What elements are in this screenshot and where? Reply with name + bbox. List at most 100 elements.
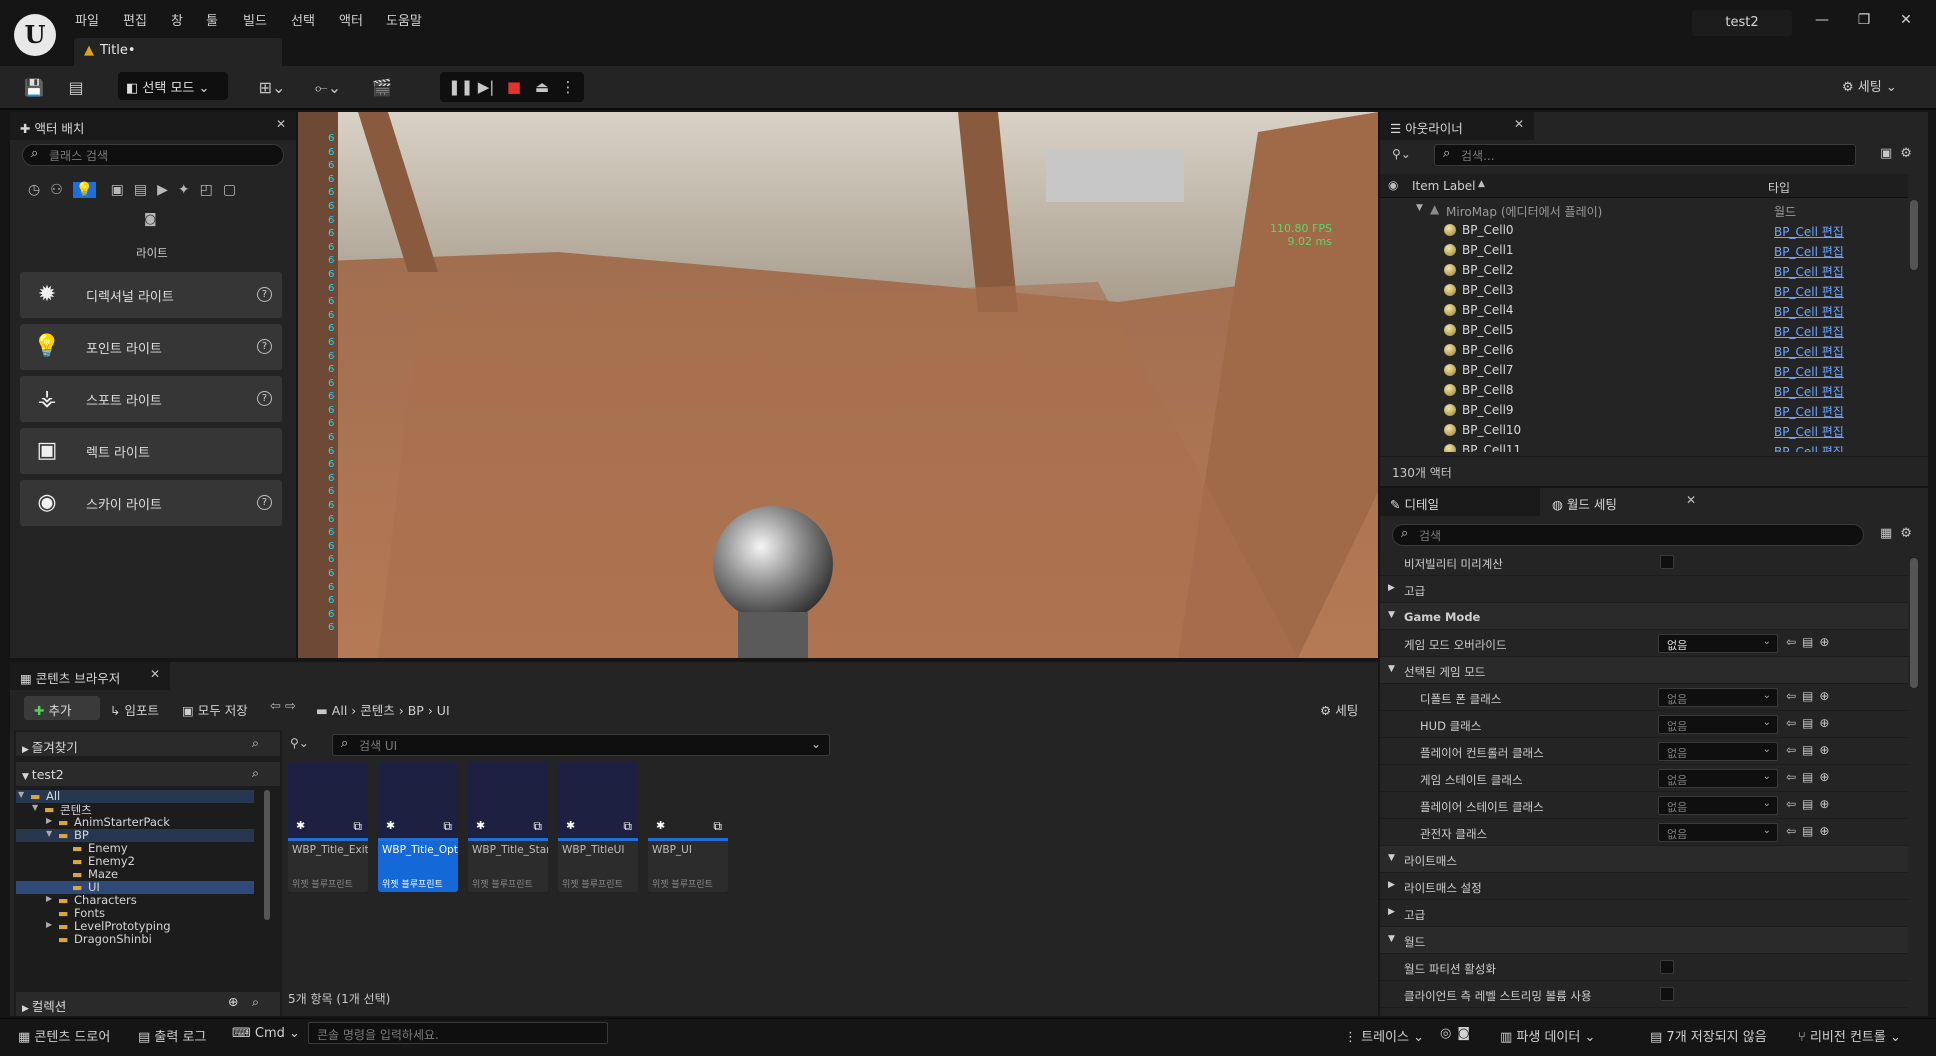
trace-dropdown[interactable]: ⋮ 트레이스 ⌄ — [1344, 1026, 1424, 1045]
edit-blueprint-link[interactable]: BP_Cell 편집 — [1774, 323, 1844, 340]
filter-icon[interactable]: ⚲⌄ — [1392, 147, 1411, 161]
section-lightmass[interactable]: ▼ 라이트매스 — [1380, 846, 1908, 873]
world-settings-tab[interactable]: ◍ 월드 세팅 ✕ — [1542, 488, 1706, 516]
col-type[interactable]: 타입 — [1768, 179, 1790, 196]
forward-icon[interactable]: ⇨ — [285, 699, 296, 714]
crumb-all[interactable]: All — [332, 703, 348, 718]
open-level-icon[interactable]: ▤ — [62, 74, 90, 102]
cinematics-icon[interactable]: 🎬⌄ — [368, 74, 396, 125]
folder-tree-item[interactable]: ▬ DragonShinbi — [16, 932, 254, 946]
menu-build[interactable]: 빌드 — [243, 10, 267, 29]
edit-blueprint-link[interactable]: BP_Cell 편집 — [1774, 283, 1844, 300]
row-advanced-2[interactable]: ▶ 고급 — [1380, 900, 1908, 927]
help-icon[interactable]: ? — [257, 391, 272, 406]
edit-blueprint-link[interactable]: BP_Cell 편집 — [1774, 403, 1844, 420]
outliner-search-input[interactable]: ⌕ 검색... — [1434, 144, 1856, 166]
menu-help[interactable]: 도움말 — [386, 10, 422, 29]
derived-data-dropdown[interactable]: ▥ 파생 데이터 ⌄ — [1500, 1026, 1595, 1045]
menu-tools[interactable]: 툴 — [206, 10, 218, 29]
outliner-row[interactable]: BP_Cell11 BP_Cell 편집 — [1380, 440, 1908, 452]
asset-tile[interactable]: ✱ ⧉ WBP_TitleUI 위젯 블루프린트 — [558, 762, 638, 892]
close-icon[interactable]: ✕ — [1686, 493, 1696, 507]
point-light-item[interactable]: 💡 포인트 라이트? — [20, 324, 282, 370]
chevron-down-icon[interactable]: ⌄ — [811, 737, 821, 751]
add-button[interactable]: ✚ 추가 — [24, 696, 100, 720]
more-options-icon[interactable]: ⋮ — [558, 78, 578, 96]
col-item-label[interactable]: Item Label — [1412, 179, 1476, 193]
outliner-row[interactable]: BP_Cell8 BP_Cell 편집 — [1380, 380, 1908, 400]
spot-light-item[interactable]: ⚶ 스포트 라이트? — [20, 376, 282, 422]
asset-action-icons[interactable]: ⇦▤⊕ — [1786, 743, 1835, 757]
collections-header[interactable]: ▶ 컬렉션 ⊕ ⌕ — [16, 992, 280, 1016]
player-controller-dropdown[interactable]: 없음 ⌄ — [1658, 742, 1778, 761]
edit-blueprint-link[interactable]: BP_Cell 편집 — [1774, 243, 1844, 260]
maximize-button[interactable]: ❐ — [1850, 12, 1878, 34]
asset-tile[interactable]: ✱⧉WBP_Title_OptionButton위젯 블루프린트 — [378, 762, 458, 892]
cmd-dropdown[interactable]: ⌨ Cmd ⌄ — [232, 1026, 300, 1041]
vis-precompute-checkbox[interactable] — [1660, 555, 1674, 569]
outliner-row[interactable]: BP_Cell3 BP_Cell 편집 — [1380, 280, 1908, 300]
details-view-icons[interactable]: ▦⚙ — [1880, 526, 1920, 541]
outliner-row[interactable]: BP_Cell1 BP_Cell 편집 — [1380, 240, 1908, 260]
close-icon[interactable]: ✕ — [276, 117, 286, 131]
search-icon[interactable]: ⌕ — [252, 735, 259, 751]
light-category-icon[interactable]: 💡 — [72, 182, 97, 198]
outliner-row[interactable]: BP_Cell7 BP_Cell 편집 — [1380, 360, 1908, 380]
player-state-dropdown[interactable]: 없음 ⌄ — [1658, 796, 1778, 815]
settings-small-icon[interactable]: ◙ — [144, 212, 157, 227]
outliner-root-row[interactable]: ▼ ▲ MiroMap (에디터에서 플레이) 월드 — [1380, 200, 1908, 220]
asset-action-icons[interactable]: ⇦▤⊕ — [1786, 716, 1835, 730]
asset-action-icons[interactable]: ⇦▤⊕ — [1786, 689, 1835, 703]
toolbar-settings-button[interactable]: ⚙ 세팅 ⌄ — [1842, 76, 1897, 95]
outliner-row[interactable]: BP_Cell6 BP_Cell 편집 — [1380, 340, 1908, 360]
spectator-dropdown[interactable]: 없음 ⌄ — [1658, 823, 1778, 842]
world-partition-checkbox[interactable] — [1660, 960, 1674, 974]
outliner-row[interactable]: BP_Cell9 BP_Cell 편집 — [1380, 400, 1908, 420]
save-icon[interactable]: 💾 — [20, 74, 48, 102]
content-drawer-button[interactable]: ▦ 콘텐츠 드로어 — [18, 1026, 110, 1045]
add-actor-icon[interactable]: ⊞⌄ — [258, 74, 286, 102]
folder-tree-item[interactable]: ▬ Enemy2 — [16, 854, 254, 868]
outliner-row[interactable]: BP_Cell2 BP_Cell 편집 — [1380, 260, 1908, 280]
close-icon[interactable]: ✕ — [150, 667, 160, 681]
outliner-row[interactable]: BP_Cell10 BP_Cell 편집 — [1380, 420, 1908, 440]
row-advanced[interactable]: ▶ 고급 — [1380, 576, 1908, 603]
asset-search-input[interactable]: ⌕ 검색 UI ⌄ — [332, 734, 830, 756]
level-tab[interactable]: ▲ Title• — [74, 38, 282, 66]
row-lightmass-settings[interactable]: ▶ 라이트매스 설정 — [1380, 873, 1908, 900]
content-browser-tab[interactable]: ▦ 콘텐츠 브라우저 ✕ — [10, 662, 170, 690]
revision-control-dropdown[interactable]: ⑂ 리비전 컨트롤 ⌄ — [1798, 1026, 1901, 1045]
favorites-header[interactable]: ▶ 즐겨찾기 ⌕ — [16, 732, 280, 756]
edit-blueprint-link[interactable]: BP_Cell 편집 — [1774, 263, 1844, 280]
help-icon[interactable]: ? — [257, 287, 272, 302]
outliner-row[interactable]: BP_Cell4 BP_Cell 편집 — [1380, 300, 1908, 320]
save-all-button[interactable]: ▣ 모두 저장 — [182, 700, 248, 719]
record-icons[interactable]: ◎◙ — [1440, 1026, 1476, 1041]
pause-icon[interactable]: ❚❚ — [448, 78, 473, 96]
details-tab[interactable]: ✎ 디테일 — [1380, 488, 1540, 516]
back-icon[interactable]: ⇦ — [270, 699, 281, 714]
unsaved-button[interactable]: ▤ 7개 저장되지 않음 — [1650, 1026, 1767, 1045]
menu-window[interactable]: 창 — [171, 10, 183, 29]
asset-action-icons[interactable]: ⇦▤⊕ — [1786, 635, 1835, 649]
section-world[interactable]: ▼ 월드 — [1380, 927, 1908, 954]
outliner-row[interactable]: BP_Cell5 BP_Cell 편집 — [1380, 320, 1908, 340]
history-nav[interactable]: ⇦ ⇨ — [270, 699, 296, 714]
expand-icon[interactable]: ▼ — [1416, 203, 1423, 213]
output-log-button[interactable]: ▤ 출력 로그 — [138, 1026, 206, 1045]
search-icon[interactable]: ⌕ — [252, 994, 259, 1010]
tree-scrollbar[interactable] — [264, 790, 270, 920]
project-header[interactable]: ▼ test2 ⌕ — [16, 762, 280, 786]
asset-action-icons[interactable]: ⇦▤⊕ — [1786, 824, 1835, 838]
menu-file[interactable]: 파일 — [75, 10, 99, 29]
edit-blueprint-link[interactable]: BP_Cell 편집 — [1774, 303, 1844, 320]
menu-select[interactable]: 선택 — [291, 10, 315, 29]
outliner-settings-icons[interactable]: ▣⚙ — [1880, 146, 1920, 161]
place-actors-tab[interactable]: ✚ 액터 배치 ✕ — [10, 112, 296, 140]
client-streaming-checkbox[interactable] — [1660, 987, 1674, 1001]
category-icons[interactable]: ◷⚇ 💡 ▣▤▶✦◰▢ — [28, 182, 288, 198]
help-icon[interactable]: ? — [257, 495, 272, 510]
cb-settings-button[interactable]: ⚙ 세팅 — [1320, 700, 1358, 719]
outliner-tab[interactable]: ☰ 아웃라이너 ✕ — [1380, 112, 1534, 140]
details-scrollbar[interactable] — [1910, 558, 1918, 688]
